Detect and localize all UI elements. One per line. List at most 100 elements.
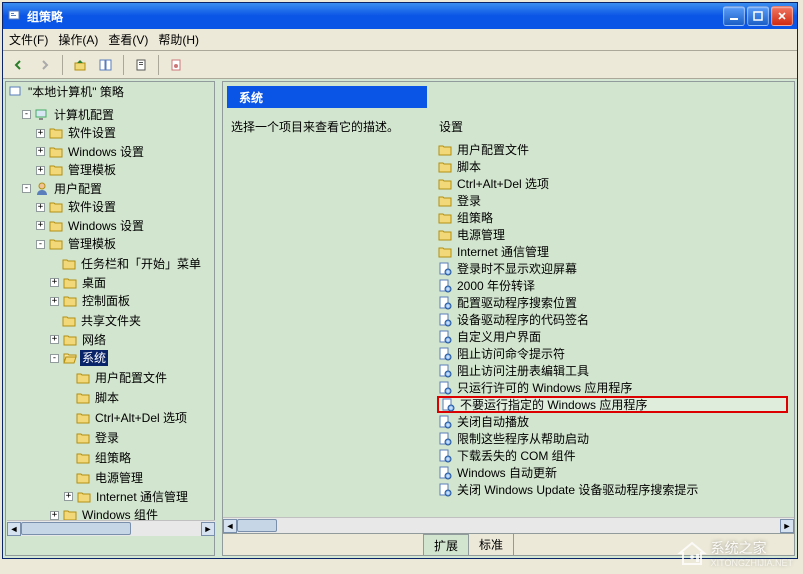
settings-folder-item[interactable]: 登录 [437, 192, 788, 209]
tree-user-config[interactable]: - 用户配置 [22, 181, 104, 197]
settings-policy-item[interactable]: 关闭自动播放 [437, 413, 788, 430]
settings-policy-item[interactable]: 阻止访问命令提示符 [437, 345, 788, 362]
expand-icon[interactable]: + [36, 166, 45, 175]
tree-item[interactable]: 组策略 [64, 450, 133, 466]
scroll-left-button[interactable]: ◄ [7, 522, 21, 536]
settings-policy-item[interactable]: 限制这些程序从帮助启动 [437, 430, 788, 447]
maximize-button[interactable] [747, 6, 769, 26]
scroll-thumb[interactable] [21, 522, 131, 535]
scroll-thumb[interactable] [237, 519, 277, 532]
expand-icon[interactable]: + [50, 278, 59, 287]
tree-item[interactable]: +Internet 通信管理 [64, 489, 190, 505]
content-area: "本地计算机" 策略 - 计算机配置 +软件设置 [3, 79, 797, 558]
tree-horizontal-scrollbar[interactable]: ◄ ► [7, 520, 215, 536]
scroll-right-button[interactable]: ► [201, 522, 215, 536]
tree-item[interactable]: 任务栏和「开始」菜单 [50, 256, 203, 272]
settings-policy-item[interactable]: 阻止访问注册表编辑工具 [437, 362, 788, 379]
expand-icon[interactable]: + [36, 221, 45, 230]
menu-help[interactable]: 帮助(H) [158, 31, 199, 48]
tree-item[interactable]: +网络 [50, 332, 108, 348]
settings-policy-item[interactable]: 下载丢失的 COM 组件 [437, 447, 788, 464]
menu-file[interactable]: 文件(F) [9, 31, 48, 48]
expand-icon[interactable]: + [36, 129, 45, 138]
settings-item-label: 脚本 [457, 158, 481, 175]
properties-button[interactable] [129, 54, 153, 76]
settings-list[interactable]: 用户配置文件脚本Ctrl+Alt+Del 选项登录组策略电源管理Internet… [431, 141, 794, 517]
back-button[interactable] [7, 54, 31, 76]
expand-icon[interactable]: + [50, 335, 59, 344]
settings-policy-item[interactable]: 只运行许可的 Windows 应用程序 [437, 379, 788, 396]
expand-icon[interactable]: + [36, 203, 45, 212]
scroll-right-button[interactable]: ► [780, 519, 794, 533]
details-title: 系统 [239, 89, 263, 106]
settings-policy-item[interactable]: 登录时不显示欢迎屏幕 [437, 260, 788, 277]
refresh-button[interactable] [164, 54, 188, 76]
collapse-icon[interactable]: - [50, 354, 59, 363]
settings-folder-item[interactable]: 组策略 [437, 209, 788, 226]
settings-item-label: Ctrl+Alt+Del 选项 [457, 175, 549, 192]
tree-item[interactable]: +管理模板 [36, 162, 118, 178]
up-button[interactable] [68, 54, 92, 76]
tree-item[interactable]: +软件设置 [36, 125, 118, 141]
menu-view[interactable]: 查看(V) [108, 31, 148, 48]
settings-policy-item[interactable]: 不要运行指定的 Windows 应用程序 [437, 396, 788, 413]
folder-icon [48, 162, 64, 178]
tree-pane[interactable]: "本地计算机" 策略 - 计算机配置 +软件设置 [5, 81, 215, 556]
tree-item[interactable]: 用户配置文件 [64, 370, 169, 386]
minimize-button[interactable] [723, 6, 745, 26]
folder-icon [437, 159, 453, 175]
tree-item[interactable]: +控制面板 [50, 293, 132, 309]
tree-computer-config[interactable]: - 计算机配置 [22, 107, 116, 123]
menu-action[interactable]: 操作(A) [58, 31, 98, 48]
scroll-left-button[interactable]: ◄ [223, 519, 237, 533]
tree-item[interactable]: +桌面 [50, 275, 108, 291]
folder-icon [75, 450, 91, 466]
tree-item[interactable]: 共享文件夹 [50, 313, 143, 329]
tree-item[interactable]: Ctrl+Alt+Del 选项 [64, 410, 189, 426]
settings-folder-item[interactable]: 脚本 [437, 158, 788, 175]
splitter[interactable] [217, 79, 220, 558]
settings-policy-item[interactable]: 自定义用户界面 [437, 328, 788, 345]
details-title-chip: 系统 [227, 86, 427, 108]
tree-item[interactable]: 脚本 [64, 390, 121, 406]
collapse-icon[interactable]: - [22, 110, 31, 119]
folder-icon [48, 218, 64, 234]
toolbar [3, 51, 797, 79]
settings-column-header[interactable]: 设置 [439, 118, 463, 135]
folder-icon [62, 275, 78, 291]
tree-item[interactable]: 电源管理 [64, 470, 145, 486]
settings-item-label: 自定义用户界面 [457, 328, 541, 345]
collapse-icon[interactable]: - [22, 184, 31, 193]
expand-icon[interactable]: + [50, 511, 59, 520]
horizontal-scrollbar[interactable]: ◄ ► [223, 517, 794, 533]
settings-folder-item[interactable]: Internet 通信管理 [437, 243, 788, 260]
tree-root[interactable]: "本地计算机" 策略 [8, 84, 126, 100]
show-hide-tree-button[interactable] [94, 54, 118, 76]
settings-policy-item[interactable]: 关闭 Windows Update 设备驱动程序搜索提示 [437, 481, 788, 498]
tree-item[interactable]: +Windows 设置 [36, 144, 146, 160]
folder-icon [437, 210, 453, 226]
settings-policy-item[interactable]: 配置驱动程序搜索位置 [437, 294, 788, 311]
tree-item[interactable]: +软件设置 [36, 199, 118, 215]
settings-policy-item[interactable]: Windows 自动更新 [437, 464, 788, 481]
expand-icon[interactable]: + [50, 297, 59, 306]
folder-icon [75, 410, 91, 426]
close-button[interactable] [771, 6, 793, 26]
collapse-icon[interactable]: - [36, 240, 45, 249]
tab-standard[interactable]: 标准 [468, 533, 514, 555]
settings-folder-item[interactable]: 用户配置文件 [437, 141, 788, 158]
tree-item[interactable]: +Windows 设置 [36, 218, 146, 234]
tree-item[interactable]: 登录 [64, 430, 121, 446]
tree-admin-templates[interactable]: -管理模板 [36, 236, 118, 252]
settings-item-label: 关闭 Windows Update 设备驱动程序搜索提示 [457, 481, 698, 498]
title-bar[interactable]: 组策略 [3, 3, 797, 29]
forward-button[interactable] [33, 54, 57, 76]
settings-policy-item[interactable]: 设备驱动程序的代码签名 [437, 311, 788, 328]
settings-policy-item[interactable]: 2000 年份转译 [437, 277, 788, 294]
tree-system-selected[interactable]: -系统 [50, 350, 108, 366]
expand-icon[interactable]: + [36, 147, 45, 156]
tab-extended[interactable]: 扩展 [423, 534, 469, 556]
settings-folder-item[interactable]: Ctrl+Alt+Del 选项 [437, 175, 788, 192]
expand-icon[interactable]: + [64, 492, 73, 501]
settings-folder-item[interactable]: 电源管理 [437, 226, 788, 243]
